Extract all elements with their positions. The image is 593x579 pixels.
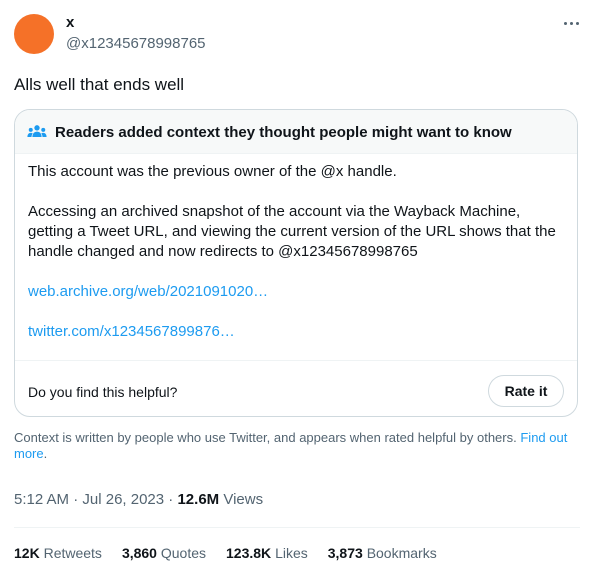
community-note: Readers added context they thought peopl… — [14, 109, 578, 417]
more-horizontal-icon[interactable] — [560, 12, 582, 34]
quotes-stat[interactable]: 3,860 Quotes — [122, 543, 206, 563]
tweet-stats: 12K Retweets 3,860 Quotes 123.8K Likes 3… — [14, 543, 437, 563]
note-footer: Do you find this helpful? Rate it — [15, 360, 577, 416]
rate-it-button[interactable]: Rate it — [488, 375, 564, 407]
note-link[interactable]: web.archive.org/web/2021091020… — [28, 283, 268, 300]
people-icon — [27, 125, 47, 137]
note-paragraph: Accessing an archived snapshot of the ac… — [28, 203, 556, 260]
divider — [14, 527, 580, 528]
note-header: Readers added context they thought peopl… — [15, 110, 577, 154]
note-body: This account was the previous owner of t… — [28, 162, 564, 342]
note-title: Readers added context they thought peopl… — [55, 124, 512, 141]
retweets-stat[interactable]: 12K Retweets — [14, 543, 102, 563]
note-paragraph: This account was the previous owner of t… — [28, 163, 397, 180]
tweet-date[interactable]: Jul 26, 2023 — [82, 491, 164, 508]
context-disclaimer: Context is written by people who use Twi… — [14, 430, 568, 461]
note-link[interactable]: twitter.com/x1234567899876… — [28, 323, 235, 340]
avatar[interactable] — [14, 14, 54, 54]
tweet-time[interactable]: 5:12 AM — [14, 491, 69, 508]
user-handle[interactable]: @x12345678998765 — [66, 34, 206, 54]
views-count: 12.6M — [177, 491, 220, 508]
likes-stat[interactable]: 123.8K Likes — [226, 543, 308, 563]
helpful-question: Do you find this helpful? — [28, 384, 178, 400]
views-label: Views — [223, 491, 264, 508]
tweet-meta: 5:12 AM · Jul 26, 2023 · 12.6M Views — [14, 491, 264, 508]
bookmarks-stat[interactable]: 3,873 Bookmarks — [328, 543, 437, 563]
display-name[interactable]: x — [66, 14, 74, 32]
tweet-text: Alls well that ends well — [14, 75, 185, 94]
